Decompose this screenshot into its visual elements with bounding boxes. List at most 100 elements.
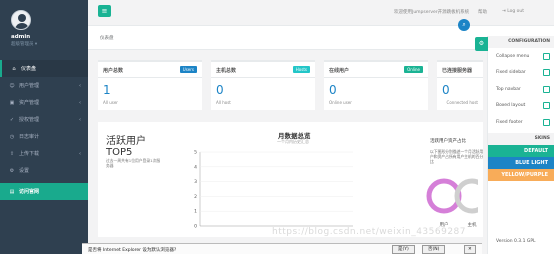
active-users-title: 活跃用户 TOP5	[106, 136, 146, 158]
config-option-checkbox[interactable]	[543, 69, 550, 77]
stat-card-sub: Connected host	[446, 100, 478, 105]
ie-yes-button[interactable]: 是(Y)	[392, 245, 415, 254]
search-float-icon[interactable]: ⌕	[458, 19, 470, 31]
ie-question: 是否将 Internet Explorer 设为默认浏览器?	[88, 248, 177, 253]
sidebar-item-5[interactable]: ⇧ 上传下载 ‹	[0, 145, 88, 162]
username[interactable]: admin	[11, 34, 88, 40]
pie-desc: 以下图形分别描述一个月活跃用户和资产占所有用户主机的百分比	[430, 149, 484, 164]
config-option-checkbox[interactable]	[543, 118, 550, 126]
ie-no-button[interactable]: 否(N)	[422, 245, 446, 254]
user-role-dropdown[interactable]: 超级管理员 ▾	[11, 41, 88, 47]
stat-card-2: 在线用户 Online 0 Online user	[324, 60, 428, 110]
topbar: ≡ 欢迎使用Jumpserver开源跳板机系统 帮助 ⇥ Log out	[88, 0, 554, 26]
help-link[interactable]: 帮助	[478, 9, 487, 15]
sidebar-item-label: 日志审计	[19, 134, 40, 140]
stat-card-title: 用户总数	[103, 68, 124, 74]
sidebar-item-2[interactable]: ▣ 资产管理 ‹	[0, 94, 88, 111]
overview-panel: 活跃用户 TOP5 过去一周共有1位用户登录1次服务器 月数据总览 一个月内历史…	[98, 122, 483, 237]
donut-chart: 用户 主机	[426, 178, 478, 228]
sidebar-item-icon: ◷	[9, 133, 15, 140]
config-option-label: Fixed sidebar	[496, 70, 526, 76]
sidebar-item-icon: ▤	[9, 188, 15, 195]
sidebar-item-label: 上传下载	[19, 151, 40, 157]
config-option-4: Fixed footer	[488, 114, 554, 131]
chevron-left-icon: ‹	[79, 99, 81, 106]
stat-card-label: Hosts	[292, 66, 310, 73]
pie-title: 活跃用户资产占比	[430, 139, 466, 144]
stat-card-value: 0	[216, 83, 224, 97]
y-tick-label: 0	[194, 224, 197, 230]
config-option-checkbox[interactable]	[543, 102, 550, 110]
menu-toggle-button[interactable]: ≡	[98, 5, 111, 17]
stat-card-value: 0	[442, 83, 450, 97]
donut-hosts-label: 主机	[468, 221, 477, 228]
sidebar-item-icon: ✓	[9, 116, 15, 123]
sidebar-item-label: 仪表盘	[21, 66, 37, 72]
config-option-1: Fixed sidebar	[488, 65, 554, 82]
config-option-label: Boxed layout	[496, 103, 526, 109]
page-title: 仪表盘	[100, 36, 114, 41]
profile: admin 超级管理员 ▾	[0, 0, 88, 60]
watermark: https://blog.csdn.net/weixin_43569287	[272, 227, 467, 237]
y-tick-label: 5	[194, 150, 197, 156]
stat-card-label: Online	[404, 66, 423, 73]
close-icon[interactable]: ✕	[464, 245, 476, 254]
version-text: Version 0.3.1 GPL	[496, 239, 536, 244]
stat-card-sub: Online user	[329, 100, 352, 105]
y-tick-label: 2	[194, 194, 197, 200]
config-option-3: Boxed layout	[488, 98, 554, 115]
y-tick-label: 1	[194, 209, 197, 215]
config-option-checkbox[interactable]	[543, 85, 550, 93]
sidebar-item-4[interactable]: ◷ 日志审计	[0, 128, 88, 145]
ie-default-browser-bar: 是否将 Internet Explorer 设为默认浏览器? 是(Y) 否(N)…	[82, 243, 482, 254]
sidebar-item-7[interactable]: ▤ 访问官网	[0, 183, 88, 200]
sidebar-item-1[interactable]: ☺ 用户管理 ‹	[0, 77, 88, 94]
config-header: CONFIGURATION	[488, 36, 554, 48]
stat-card-sub: All host	[216, 100, 231, 105]
divider	[211, 77, 315, 78]
divider	[437, 77, 483, 78]
sidebar-item-3[interactable]: ✓ 授权管理 ‹	[0, 111, 88, 128]
sidebar-item-label: 设置	[19, 168, 30, 174]
stat-card-title: 在线用户	[329, 68, 350, 74]
y-tick-label: 3	[194, 179, 197, 185]
stat-card-sub: All user	[103, 100, 118, 105]
stat-card-title: 主机总数	[216, 68, 237, 74]
chevron-left-icon: ‹	[79, 116, 81, 123]
divider	[98, 77, 202, 78]
sidebar-item-icon: ⌂	[12, 65, 16, 72]
y-tick-label: 4	[194, 164, 197, 170]
stat-card-title: 已连接服务器	[442, 68, 473, 74]
stat-card-3: 已连接服务器 0 Connected host	[437, 60, 483, 110]
sidebar-item-6[interactable]: ⚙ 设置	[0, 162, 88, 179]
gear-icon[interactable]: ⚙	[475, 37, 488, 51]
sidebar-item-label: 访问官网	[19, 189, 40, 195]
sidebar: admin 超级管理员 ▾ ⌂ 仪表盘 ☺ 用户管理 ‹ ▣ 资产管理 ‹ ✓ 授权管理 ‹ ◷ 日志审…	[0, 0, 88, 254]
sidebar-item-label: 资产管理	[19, 100, 40, 106]
welcome-text: 欢迎使用Jumpserver开源跳板机系统	[394, 10, 470, 15]
sidebar-item-icon: ▣	[9, 99, 15, 106]
stat-card-label: Users	[179, 66, 197, 73]
sidebar-item-label: 授权管理	[19, 117, 40, 123]
avatar[interactable]	[11, 10, 31, 30]
skin-option-1[interactable]: BLUE LIGHT	[488, 156, 554, 169]
stat-card-value: 1	[103, 83, 111, 97]
active-users-desc: 过去一周共有1位用户登录1次服务器	[106, 158, 161, 168]
stat-card-value: 0	[329, 83, 337, 97]
skins-header: SKINS	[488, 132, 554, 145]
sidebar-item-icon: ☺	[9, 82, 15, 89]
theme-config-panel: ⚙ CONFIGURATION Collapse menu Fixed sideb…	[475, 36, 554, 254]
sidebar-item-label: 用户管理	[19, 83, 40, 89]
stat-card-1: 主机总数 Hosts 0 All host	[211, 60, 315, 110]
config-option-checkbox[interactable]	[543, 52, 550, 60]
chevron-left-icon: ‹	[79, 82, 81, 89]
logout-link[interactable]: ⇥ Log out	[502, 9, 524, 14]
monthly-line-chart: 0 1 2 3 4 5	[194, 150, 353, 230]
config-option-label: Collapse menu	[496, 53, 530, 59]
config-option-label: Top navbar	[496, 86, 521, 92]
skin-option-2[interactable]: YELLOW/PURPLE	[488, 168, 554, 181]
config-option-label: Fixed footer	[496, 119, 523, 125]
divider	[324, 77, 428, 78]
sidebar-item-0[interactable]: ⌂ 仪表盘	[0, 60, 88, 77]
skin-option-0[interactable]: DEFAULT	[488, 144, 554, 157]
